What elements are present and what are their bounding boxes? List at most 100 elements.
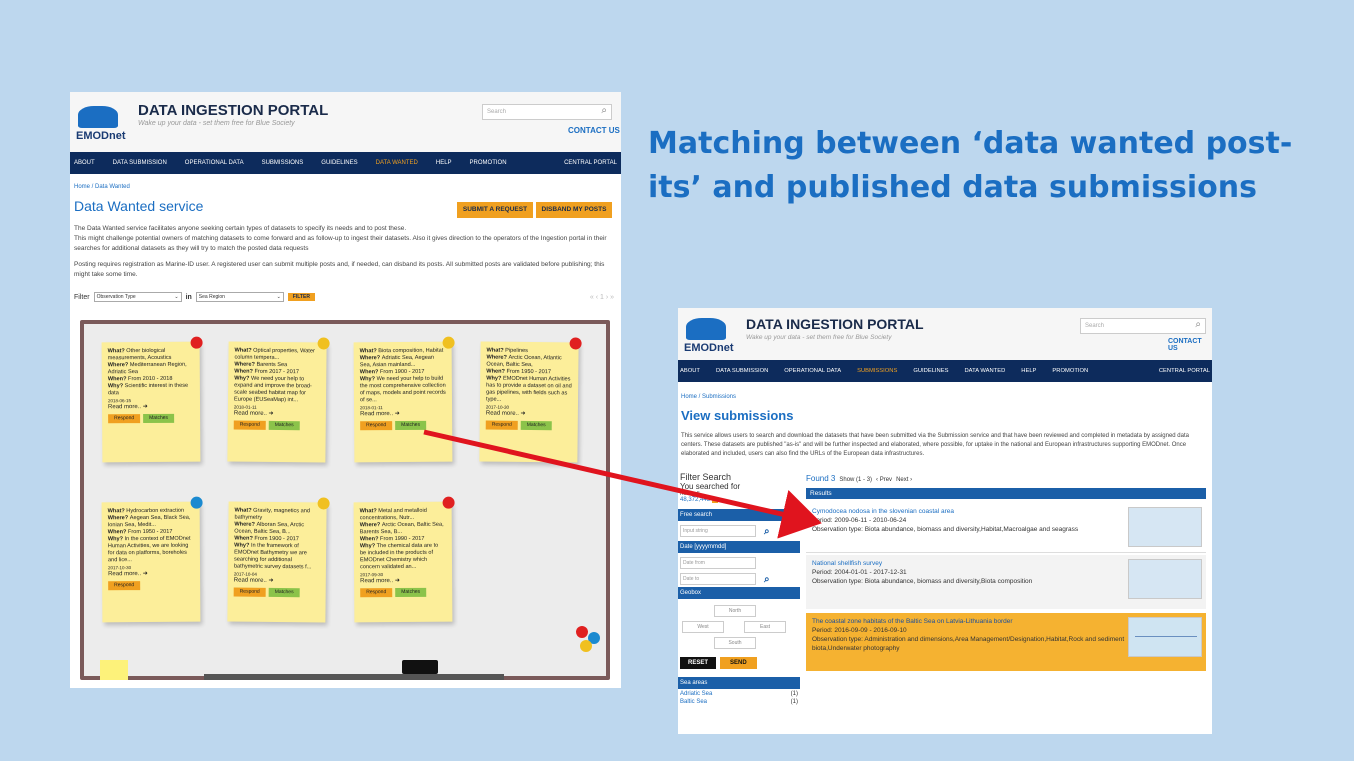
matches-button[interactable]: Matches bbox=[395, 420, 427, 431]
post-it-note[interactable]: What? Biota composition, Habitat Where? A… bbox=[353, 336, 455, 463]
respond-button[interactable]: Respond bbox=[485, 420, 518, 430]
matches-button[interactable]: Matches bbox=[268, 420, 300, 431]
pin-icon bbox=[317, 337, 330, 350]
nav-promotion[interactable]: PROMOTION bbox=[1052, 368, 1088, 374]
sea-region-select[interactable]: Sea Region ⌄ bbox=[195, 292, 284, 302]
date-from-input[interactable]: Date from bbox=[680, 557, 756, 569]
search-icon[interactable]: ⌕ bbox=[1195, 319, 1201, 330]
respond-button[interactable]: Respond bbox=[360, 421, 393, 431]
nav-operational-data[interactable]: OPERATIONAL DATA bbox=[185, 160, 244, 166]
send-button[interactable]: SEND bbox=[720, 657, 757, 669]
respond-button[interactable]: Respond bbox=[108, 581, 141, 591]
emodnet-logo[interactable]: EMODnet bbox=[682, 314, 734, 360]
portal-subtitle: Wake up your data - set them free for Bl… bbox=[138, 120, 295, 127]
search-icon[interactable]: ⌕ bbox=[601, 105, 607, 116]
search-icon[interactable]: ⌕ bbox=[764, 526, 770, 537]
post-it-note[interactable]: What? Hydrocarbon extraction Where? Aegea… bbox=[101, 496, 203, 623]
remove-filter-icon[interactable]: ✕ bbox=[711, 497, 718, 503]
magnet-yellow bbox=[580, 640, 592, 652]
filter-sidebar: Filter Search You searched for Reset all… bbox=[678, 472, 800, 705]
search-input[interactable]: Search ⌕ bbox=[1080, 318, 1206, 334]
nav-data-submission[interactable]: DATA SUBMISSION bbox=[716, 368, 768, 374]
sea-area-item[interactable]: Adriatic Sea (1) bbox=[678, 689, 800, 699]
result-item-highlighted[interactable]: The coastal zone habitats of the Baltic … bbox=[806, 613, 1206, 671]
north-input[interactable]: North bbox=[714, 605, 756, 617]
nav-data-submission[interactable]: DATA SUBMISSION bbox=[113, 160, 167, 166]
post-it-note[interactable]: What? Pipelines Where? Arctic Ocean, Atla… bbox=[479, 337, 582, 463]
nav-submissions[interactable]: SUBMISSIONS bbox=[262, 160, 304, 166]
nav-guidelines[interactable]: GUIDELINES bbox=[913, 368, 948, 374]
portal-header: EMODnet DATA INGESTION PORTAL Wake up yo… bbox=[70, 92, 621, 152]
results-summary: Found 3 Show (1 - 3) ‹ Prev Next › bbox=[806, 474, 912, 483]
note-why: Why? EMODnet Human Activities has to pro… bbox=[485, 375, 572, 403]
note-where: Where? Aegean Sea, Black Sea, Ionian Sea… bbox=[107, 514, 191, 529]
show-range: Show (1 - 3) bbox=[839, 477, 873, 483]
respond-button[interactable]: Respond bbox=[108, 414, 141, 424]
date-to-input[interactable]: Date to bbox=[680, 573, 756, 585]
result-item[interactable]: National shellfish survey Period: 2004-0… bbox=[806, 555, 1206, 609]
post-it-note[interactable]: What? Optical properties, Water column t… bbox=[227, 337, 330, 463]
nav-about[interactable]: ABOUT bbox=[74, 160, 95, 166]
submit-request-button[interactable]: SUBMIT A REQUEST bbox=[457, 202, 533, 218]
respond-button[interactable]: Respond bbox=[360, 588, 393, 598]
note-why: Why? We need your help to build the most… bbox=[359, 375, 446, 404]
nav-help[interactable]: HELP bbox=[436, 160, 452, 166]
map-thumbnail[interactable] bbox=[1128, 617, 1202, 657]
nav-promotion[interactable]: PROMOTION bbox=[470, 160, 507, 166]
filter-bar: Filter Observation Type ⌄ in Sea Region ⌄ … bbox=[74, 292, 614, 302]
filter-button[interactable]: FILTER bbox=[287, 293, 315, 301]
nav-central-portal[interactable]: CENTRAL PORTAL bbox=[564, 160, 617, 166]
breadcrumb[interactable]: Home / Submissions bbox=[681, 394, 736, 400]
next-link[interactable]: Next › bbox=[896, 477, 912, 483]
matches-button[interactable]: Matches bbox=[520, 420, 552, 431]
nav-data-wanted[interactable]: DATA WANTED bbox=[964, 368, 1005, 374]
note-what: What? Optical properties, Water column t… bbox=[234, 347, 315, 362]
free-search-header: Free search bbox=[678, 509, 800, 521]
search-input[interactable]: Search ⌕ bbox=[482, 104, 612, 120]
breadcrumb[interactable]: Home / Data Wanted bbox=[74, 184, 130, 190]
nav-operational-data[interactable]: OPERATIONAL DATA bbox=[784, 368, 841, 374]
matches-button[interactable]: Matches bbox=[268, 587, 300, 598]
pin-icon bbox=[317, 497, 330, 510]
observation-type-select[interactable]: Observation Type ⌄ bbox=[93, 292, 182, 302]
nav-submissions[interactable]: SUBMISSIONS bbox=[857, 368, 897, 374]
date-to-row: Date to ⌕ bbox=[678, 571, 800, 587]
matches-button[interactable]: Matches bbox=[143, 413, 175, 424]
free-search-input[interactable]: Input string bbox=[680, 525, 756, 537]
contact-us-link[interactable]: CONTACT US bbox=[1168, 338, 1212, 352]
yellow-post-it-pad bbox=[100, 660, 128, 680]
nav-data-wanted[interactable]: DATA WANTED bbox=[376, 160, 418, 166]
emodnet-logo[interactable]: EMODnet bbox=[74, 102, 126, 148]
matches-button[interactable]: Matches bbox=[395, 587, 427, 598]
sea-area-item[interactable]: Baltic Sea (1) bbox=[678, 699, 800, 705]
map-thumbnail[interactable] bbox=[1128, 507, 1202, 547]
disband-posts-button[interactable]: DISBAND MY POSTS bbox=[536, 202, 612, 218]
respond-button[interactable]: Respond bbox=[233, 420, 266, 430]
note-what: What? Gravity, magnetics and bathymetry bbox=[234, 507, 311, 521]
respond-button[interactable]: Respond bbox=[233, 587, 266, 597]
pagination[interactable]: « ‹ 1 › » bbox=[590, 294, 614, 301]
search-icon[interactable]: ⌕ bbox=[764, 574, 770, 585]
map-thumbnail[interactable] bbox=[1128, 559, 1202, 599]
filter-label: Filter bbox=[74, 293, 90, 301]
post-it-note[interactable]: What? Metal and metalloid concentrations… bbox=[353, 496, 455, 623]
post-it-note[interactable]: What? Other biological measurements, Aco… bbox=[101, 336, 203, 463]
pin-icon bbox=[569, 337, 582, 350]
west-input[interactable]: West bbox=[682, 621, 724, 633]
portal-subtitle: Wake up your data - set them free for Bl… bbox=[746, 334, 892, 341]
south-input[interactable]: South bbox=[714, 637, 756, 649]
nav-central-portal[interactable]: CENTRAL PORTAL bbox=[1159, 368, 1210, 374]
prev-link[interactable]: ‹ Prev bbox=[876, 477, 892, 483]
reset-button[interactable]: RESET bbox=[680, 657, 717, 669]
contact-us-link[interactable]: CONTACT US bbox=[568, 126, 620, 135]
note-where: Where? Mediterranean Region, Adriatic Se… bbox=[107, 361, 187, 376]
nav-guidelines[interactable]: GUIDELINES bbox=[321, 160, 357, 166]
post-it-board: What? Other biological measurements, Aco… bbox=[80, 320, 610, 680]
east-input[interactable]: East bbox=[744, 621, 786, 633]
nav-about[interactable]: ABOUT bbox=[680, 368, 700, 374]
results-header: Results bbox=[806, 488, 1206, 499]
nav-help[interactable]: HELP bbox=[1021, 368, 1036, 374]
result-item[interactable]: Cymodocea nodosa in the slovenian coasta… bbox=[806, 503, 1206, 553]
portal-title: DATA INGESTION PORTAL bbox=[138, 102, 329, 119]
post-it-note[interactable]: What? Gravity, magnetics and bathymetry W… bbox=[227, 497, 330, 623]
